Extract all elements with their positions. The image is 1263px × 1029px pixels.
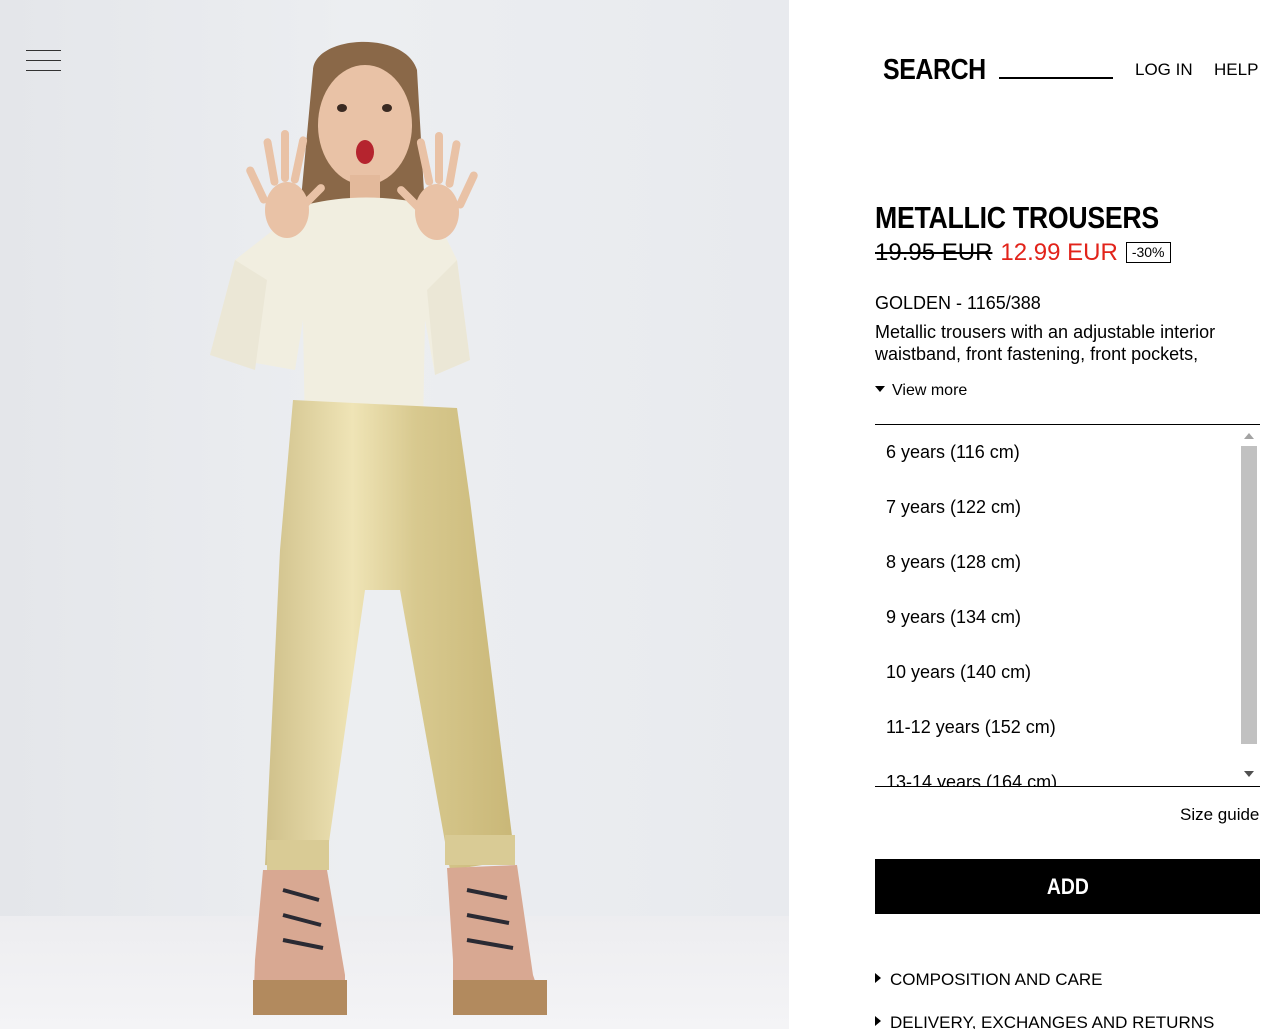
menu-line [26, 70, 61, 71]
model-illustration [210, 41, 547, 1015]
view-more-label: View more [892, 382, 968, 399]
size-list-scrollbar[interactable] [1240, 425, 1258, 786]
size-option[interactable]: 8 years (128 cm) [886, 552, 1021, 573]
login-link[interactable]: LOG IN [1135, 60, 1193, 80]
top-navigation: SEARCH LOG IN HELP [883, 52, 1263, 92]
size-option[interactable]: 6 years (116 cm) [886, 442, 1020, 463]
size-option[interactable]: 11-12 years (152 cm) [886, 717, 1056, 738]
old-price: 19.95 EUR [875, 239, 993, 266]
size-list[interactable]: 6 years (116 cm) 7 years (122 cm) 8 year… [875, 424, 1260, 787]
scroll-up-arrow-icon[interactable] [1244, 433, 1254, 439]
add-button-label: ADD [1046, 873, 1089, 899]
scroll-down-arrow-icon[interactable] [1244, 771, 1254, 777]
search-input-underline[interactable] [999, 77, 1113, 79]
discount-badge: -30% [1125, 242, 1171, 263]
menu-line [26, 60, 61, 61]
caret-right-icon [875, 973, 881, 983]
composition-care-toggle[interactable]: COMPOSITION AND CARE [875, 970, 1103, 990]
caret-down-icon [875, 386, 885, 392]
product-description: Metallic trousers with an adjustable int… [875, 322, 1216, 364]
scrollbar-thumb[interactable] [1241, 446, 1257, 744]
size-guide-link[interactable]: Size guide [1180, 805, 1259, 825]
delivery-returns-toggle[interactable]: DELIVERY, EXCHANGES AND RETURNS [875, 1013, 1214, 1029]
product-title: METALLIC TROUSERS [875, 200, 1159, 235]
menu-line [26, 50, 61, 51]
product-page: SEARCH LOG IN HELP METALLIC TROUSERS 19.… [0, 0, 1263, 1029]
view-more-toggle[interactable]: View more [875, 382, 967, 400]
size-option[interactable]: 10 years (140 cm) [886, 662, 1031, 683]
hamburger-menu-icon[interactable] [26, 48, 62, 74]
caret-right-icon [875, 1016, 881, 1026]
price-row: 19.95 EUR 12.99 EUR -30% [875, 239, 1171, 269]
search-button[interactable]: SEARCH [883, 54, 986, 87]
product-photo [0, 0, 789, 1029]
size-option[interactable]: 7 years (122 cm) [886, 497, 1021, 518]
accordion-label: DELIVERY, EXCHANGES AND RETURNS [890, 1013, 1215, 1029]
size-option[interactable]: 9 years (134 cm) [886, 607, 1021, 628]
add-to-cart-button[interactable]: ADD [875, 859, 1260, 914]
accordion-label: COMPOSITION AND CARE [890, 970, 1103, 989]
color-reference: GOLDEN - 1165/388 [875, 293, 1041, 313]
size-option[interactable]: 13-14 years (164 cm) [886, 772, 1057, 786]
sale-price: 12.99 EUR [1000, 239, 1118, 266]
help-link[interactable]: HELP [1214, 60, 1258, 80]
